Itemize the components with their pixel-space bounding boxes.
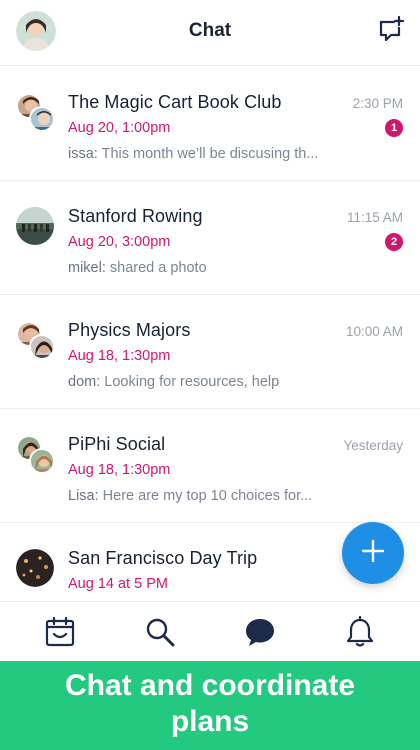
group-photo-avatar [16, 549, 54, 587]
unread-badge: 1 [385, 119, 403, 137]
chat-row-magic-cart[interactable]: The Magic Cart Book Club Aug 20, 1:00pm … [0, 67, 420, 181]
message-preview: mikel: shared a photo [68, 260, 207, 276]
plus-icon [360, 538, 386, 569]
preview-sender: issa: [68, 146, 98, 162]
chat-bubble-icon[interactable] [244, 616, 276, 648]
member-avatar [29, 334, 55, 360]
preview-text: Looking for resources, help [104, 374, 280, 390]
group-avatar [16, 321, 56, 361]
new-chat-icon[interactable] [378, 15, 406, 42]
chat-title: PiPhi Social [68, 434, 166, 454]
event-date: Aug 14 at 5 PM [68, 576, 168, 592]
search-icon[interactable] [144, 616, 176, 648]
chat-title: San Francisco Day Trip [68, 548, 258, 568]
message-time: 10:00 AM [345, 324, 403, 339]
group-avatar [16, 435, 56, 475]
preview-sender: Lisa: [68, 488, 99, 504]
group-avatar [16, 549, 56, 589]
preview-sender: dom: [68, 374, 101, 390]
preview-text: shared a photo [109, 260, 207, 276]
page-title: Chat [188, 20, 232, 41]
message-preview: dom: Looking for resources, help [68, 374, 279, 390]
chat-title: Stanford Rowing [68, 206, 203, 226]
message-time: 2:30 PM [352, 96, 403, 111]
chat-row-piphi-social[interactable]: PiPhi Social Aug 18, 1:30pm Lisa: Here a… [0, 409, 420, 523]
event-date: Aug 20, 3:00pm [68, 234, 171, 250]
calendar-icon[interactable] [44, 616, 76, 648]
preview-text: Here are my top 10 choices for... [102, 488, 313, 504]
promo-banner: Chat and coordinate plans [0, 661, 420, 750]
group-avatar [16, 93, 56, 133]
group-photo-avatar [16, 207, 54, 245]
member-avatar [29, 106, 55, 132]
message-preview: issa: This month we’ll be discusing th..… [68, 146, 318, 162]
message-time: 11:15 AM [346, 210, 403, 225]
preview-sender: mikel: [68, 260, 106, 276]
chat-list: The Magic Cart Book Club Aug 20, 1:00pm … [0, 67, 420, 601]
event-date: Aug 18, 1:30pm [68, 462, 171, 478]
header-bar: Chat [0, 0, 420, 66]
chat-title: The Magic Cart Book Club [68, 92, 282, 112]
event-date: Aug 18, 1:30pm [68, 348, 171, 364]
bell-icon[interactable] [344, 615, 376, 648]
new-chat-fab-button[interactable] [342, 522, 404, 584]
chat-row-physics-majors[interactable]: Physics Majors Aug 18, 1:30pm dom: Looki… [0, 295, 420, 409]
bottom-tab-bar [0, 601, 420, 661]
member-avatar [29, 448, 55, 474]
chat-title: Physics Majors [68, 320, 191, 340]
group-avatar [16, 207, 56, 247]
preview-text: This month we’ll be discusing th... [101, 146, 319, 162]
chat-row-stanford-rowing[interactable]: Stanford Rowing Aug 20, 3:00pm mikel: sh… [0, 181, 420, 295]
unread-badge: 2 [385, 233, 403, 251]
banner-line-1: Chat and coordinate [64, 669, 356, 702]
banner-line-2: plans [170, 705, 250, 738]
event-date: Aug 20, 1:00pm [68, 120, 171, 136]
message-time: Yesterday [343, 438, 403, 453]
message-preview: Lisa: Here are my top 10 choices for... [68, 488, 312, 504]
